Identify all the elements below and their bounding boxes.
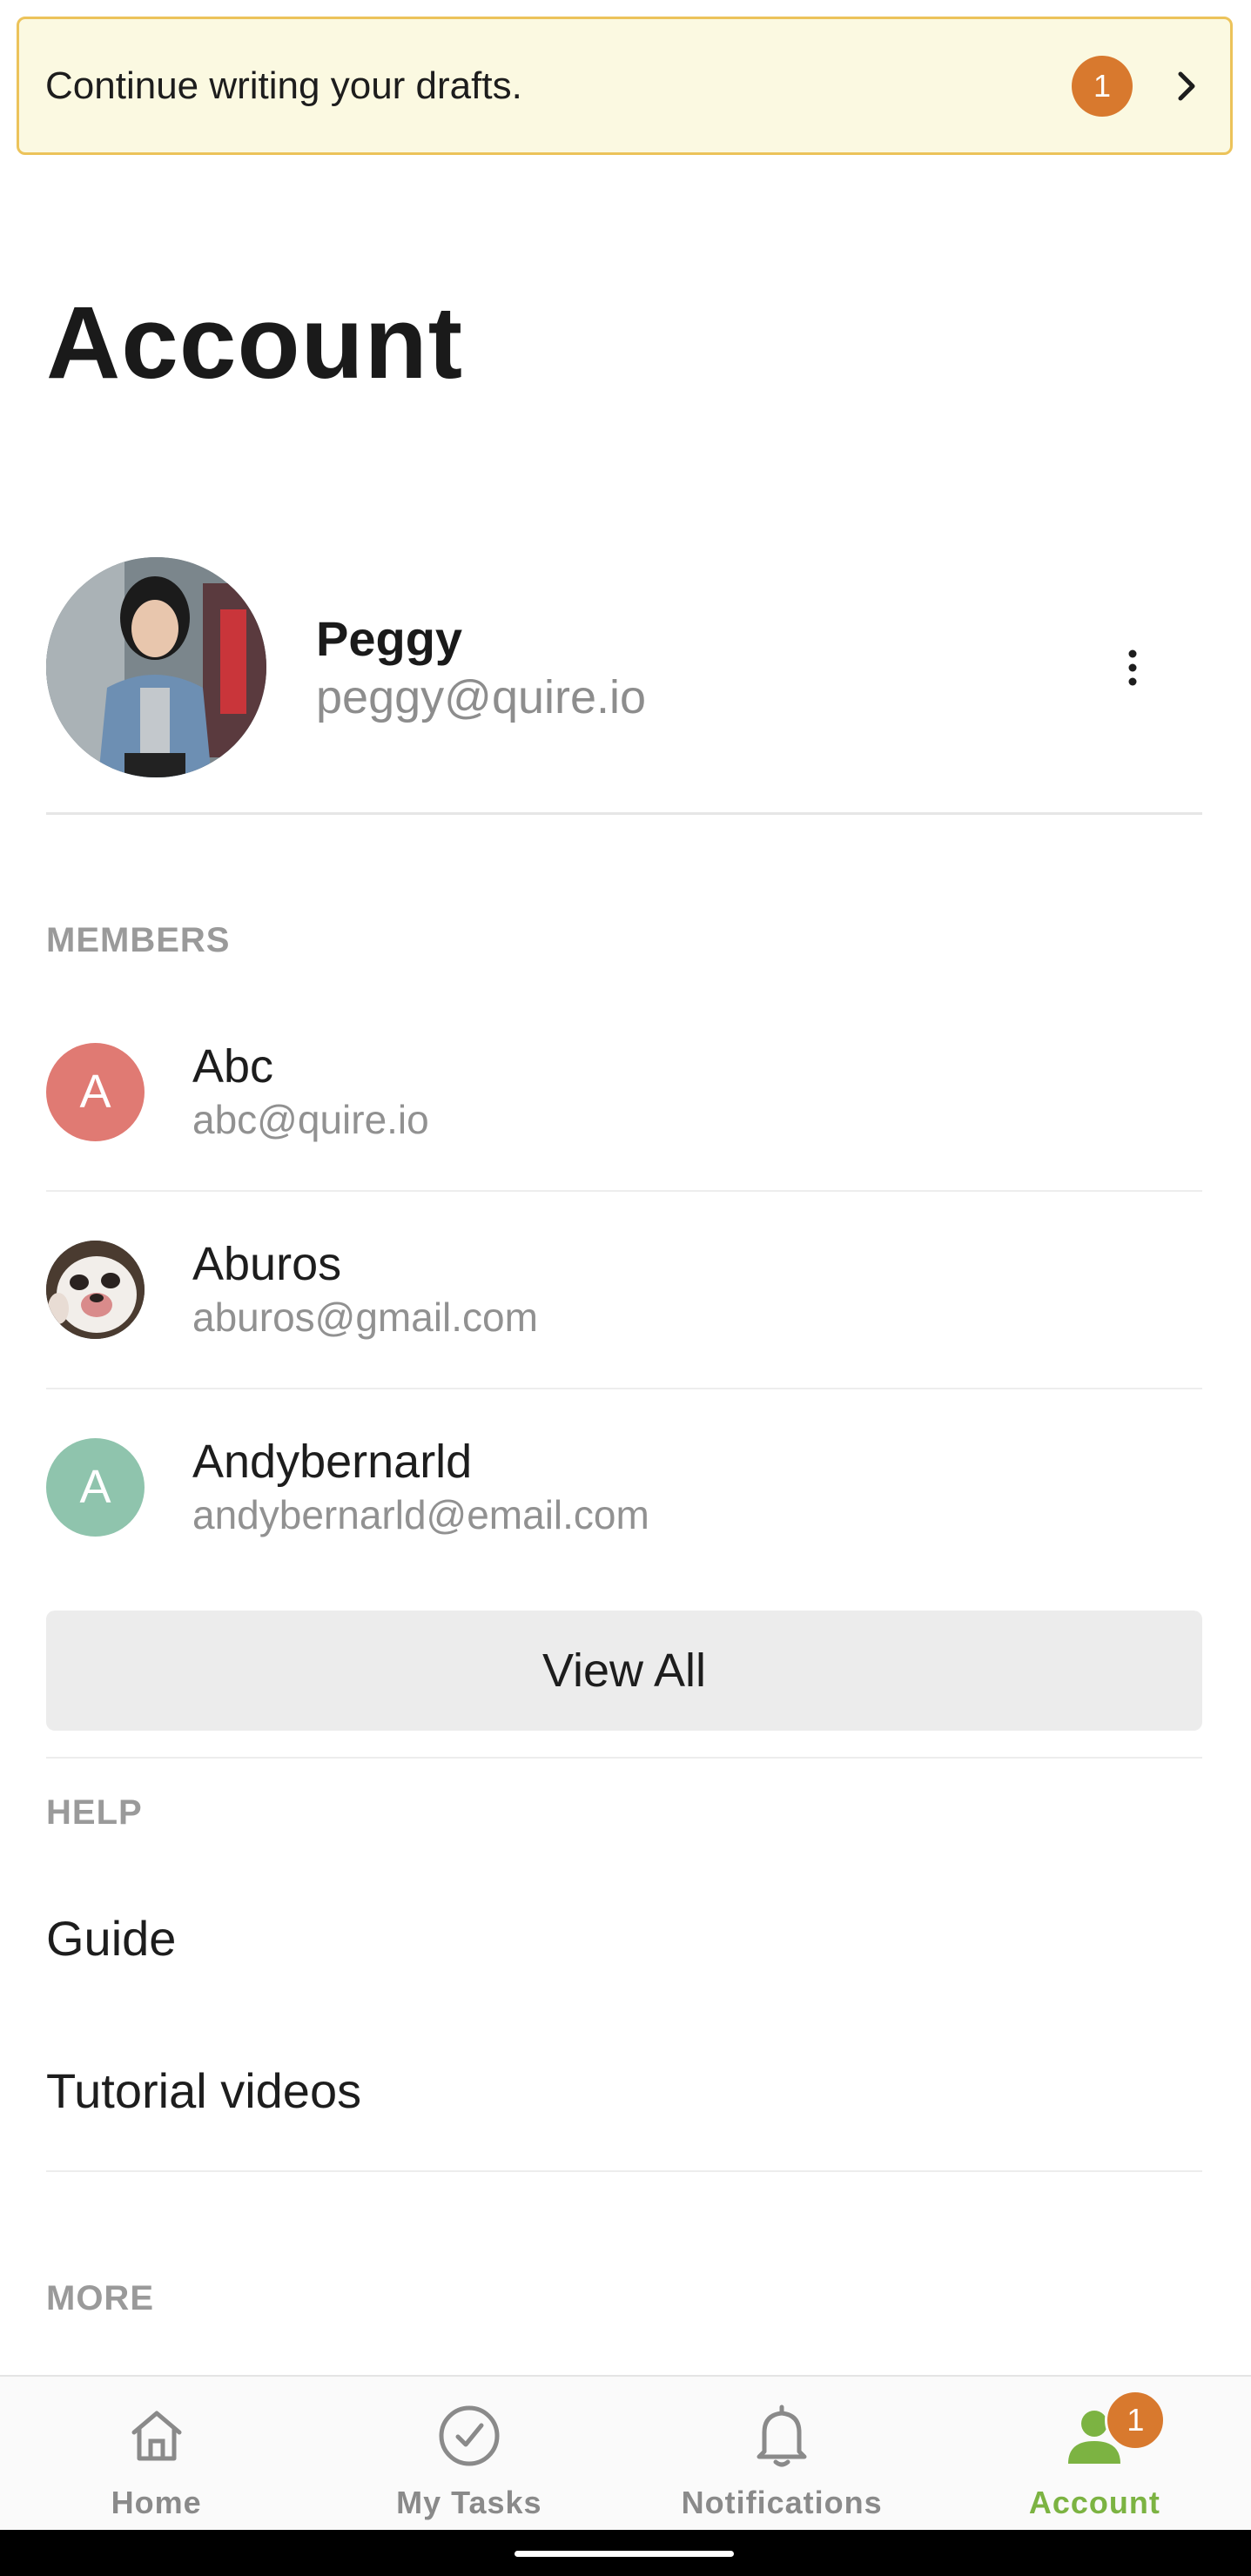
banner-text: Continue writing your drafts. bbox=[45, 64, 522, 107]
nav-label: Account bbox=[1028, 2485, 1160, 2520]
view-all-button[interactable]: View All bbox=[46, 1611, 1202, 1731]
nav-item-home[interactable]: Home bbox=[0, 2377, 313, 2530]
members-header: MEMBERS bbox=[46, 921, 231, 959]
nav-item-my-tasks[interactable]: My Tasks bbox=[313, 2377, 625, 2530]
divider bbox=[46, 1757, 1202, 1759]
member-row[interactable]: A Andybernarld andybernarld@email.com bbox=[46, 1389, 1202, 1585]
check-circle-icon bbox=[433, 2399, 506, 2472]
member-avatar: A bbox=[46, 1437, 145, 1537]
profile-email: peggy@quire.io bbox=[316, 670, 647, 723]
help-item-tutorial-videos[interactable]: Tutorial videos bbox=[46, 2062, 361, 2119]
member-name: Aburos bbox=[192, 1237, 342, 1290]
member-row[interactable]: A Abc abc@quire.io bbox=[46, 993, 1202, 1190]
home-icon bbox=[120, 2399, 193, 2472]
profile-card[interactable]: Peggy peggy@quire.io bbox=[46, 557, 1202, 777]
nav-item-notifications[interactable]: Notifications bbox=[626, 2377, 938, 2530]
drafts-banner[interactable]: Continue writing your drafts. 1 bbox=[17, 17, 1233, 155]
more-header: MORE bbox=[46, 2279, 154, 2317]
bell-icon bbox=[745, 2399, 818, 2472]
member-email: abc@quire.io bbox=[192, 1096, 429, 1142]
nav-label: Notifications bbox=[681, 2485, 883, 2520]
member-email: andybernarld@email.com bbox=[192, 1491, 649, 1537]
profile-avatar[interactable] bbox=[46, 557, 266, 777]
member-avatar: A bbox=[46, 1042, 145, 1141]
page-title: Account bbox=[46, 286, 463, 400]
nav-item-account[interactable]: 1 Account bbox=[938, 2377, 1251, 2530]
help-header: HELP bbox=[46, 1793, 143, 1832]
divider bbox=[46, 2170, 1202, 2172]
home-indicator[interactable] bbox=[515, 2551, 734, 2557]
member-name: Abc bbox=[192, 1039, 274, 1093]
member-row[interactable]: Aburos aburos@gmail.com bbox=[46, 1191, 1202, 1388]
nav-label: My Tasks bbox=[396, 2485, 542, 2520]
member-avatar bbox=[46, 1240, 145, 1339]
chevron-right-icon bbox=[1169, 69, 1204, 104]
divider bbox=[46, 812, 1202, 815]
kebab-icon[interactable] bbox=[1106, 633, 1159, 703]
bottom-nav: Home My Tasks Notifications 1 Account bbox=[0, 2375, 1251, 2530]
drafts-count-badge: 1 bbox=[1072, 55, 1133, 117]
profile-name: Peggy bbox=[316, 610, 463, 666]
account-badge: 1 bbox=[1105, 2390, 1167, 2451]
member-email: aburos@gmail.com bbox=[192, 1294, 538, 1340]
member-name: Andybernarld bbox=[192, 1435, 473, 1488]
nav-label: Home bbox=[111, 2485, 202, 2520]
help-item-guide[interactable]: Guide bbox=[46, 1910, 176, 1967]
